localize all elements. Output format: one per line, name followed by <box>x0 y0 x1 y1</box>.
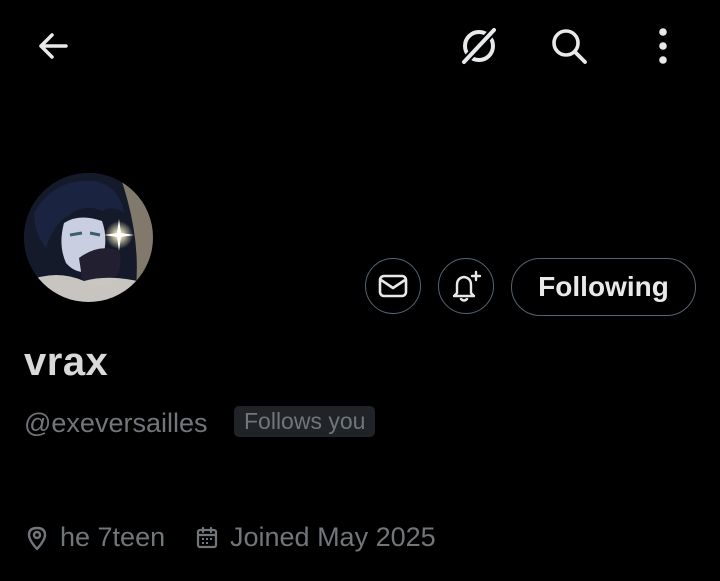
message-button[interactable] <box>365 258 421 314</box>
display-name: vrax <box>24 340 109 384</box>
user-handle: @exeversailles <box>24 408 208 438</box>
notifications-button[interactable] <box>438 258 494 314</box>
avatar-image <box>24 173 153 302</box>
location-text: he 7teen <box>60 522 166 552</box>
search-icon <box>552 29 587 64</box>
search-button[interactable] <box>541 18 597 74</box>
following-button[interactable]: Following <box>511 258 696 316</box>
grok-button[interactable] <box>451 18 507 74</box>
mail-icon <box>378 274 408 298</box>
back-button[interactable] <box>25 18 81 74</box>
joined-meta: Joined May 2025 <box>194 522 436 553</box>
calendar-icon <box>194 525 220 551</box>
avatar[interactable] <box>24 173 153 302</box>
more-options-button[interactable] <box>635 18 691 74</box>
bell-plus-icon <box>452 270 482 302</box>
grok-icon <box>459 25 499 67</box>
location-meta: he 7teen <box>24 522 165 553</box>
joined-date-text: Joined May 2025 <box>230 522 436 552</box>
follows-you-badge: Follows you <box>234 406 376 437</box>
more-vertical-icon <box>659 28 667 64</box>
location-pin-icon <box>24 525 50 551</box>
arrow-left-icon <box>39 33 68 59</box>
